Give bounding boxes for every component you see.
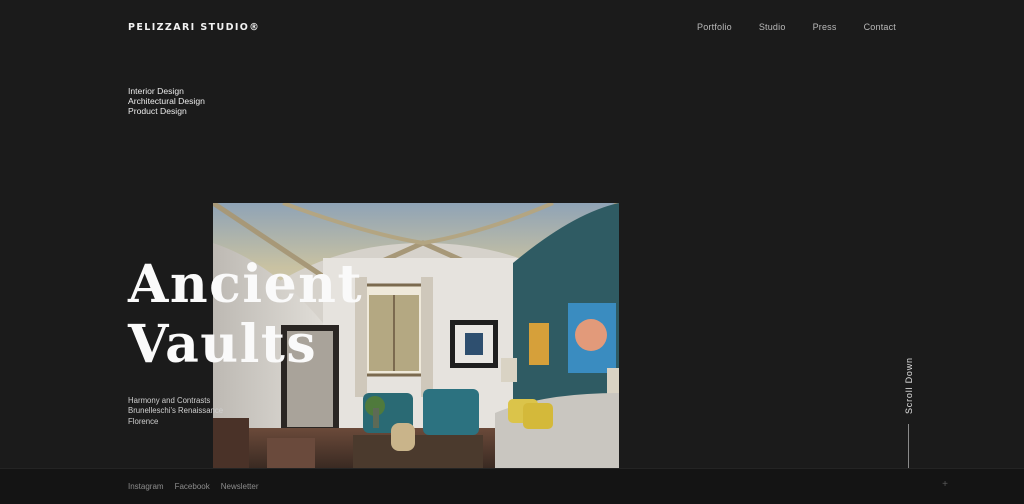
scroll-down-link[interactable]: Scroll Down: [902, 357, 916, 417]
footer-link-facebook[interactable]: Facebook: [175, 482, 210, 491]
hero-caption: Harmony and Contrasts Brunelleschi's Ren…: [128, 396, 223, 427]
hero-title-line1: Ancient: [128, 254, 363, 315]
services-list: Interior Design Architectural Design Pro…: [128, 86, 205, 116]
scroll-down-label: Scroll Down: [904, 357, 914, 414]
scroll-line-indicator: [908, 424, 909, 470]
page: PELIZZARI STUDIO® Portfolio Studio Press…: [0, 0, 1024, 504]
footer: Instagram Facebook Newsletter +: [0, 468, 1024, 504]
caption-line-3: Florence: [128, 416, 159, 426]
logo[interactable]: PELIZZARI STUDIO®: [128, 22, 260, 33]
footer-link-newsletter[interactable]: Newsletter: [221, 482, 259, 491]
nav-item-press[interactable]: Press: [813, 22, 837, 32]
caption-line-1: Harmony and Contrasts: [128, 396, 211, 405]
footer-link-instagram[interactable]: Instagram: [128, 482, 164, 491]
hero-title: Ancient Vaults: [128, 255, 363, 375]
service-architectural-design: Architectural Design: [128, 96, 205, 106]
main-nav: Portfolio Studio Press Contact: [697, 22, 896, 32]
hero-title-line2: Vaults: [128, 314, 318, 375]
caption-line-2: Brunelleschi's Renaissance: [128, 406, 224, 416]
service-interior-design: Interior Design: [128, 86, 184, 96]
nav-item-contact[interactable]: Contact: [864, 22, 896, 32]
plus-icon[interactable]: +: [942, 479, 948, 490]
nav-item-portfolio[interactable]: Portfolio: [697, 22, 732, 32]
service-product-design: Product Design: [128, 106, 187, 116]
social-links: Instagram Facebook Newsletter: [128, 482, 259, 491]
nav-item-studio[interactable]: Studio: [759, 22, 786, 32]
